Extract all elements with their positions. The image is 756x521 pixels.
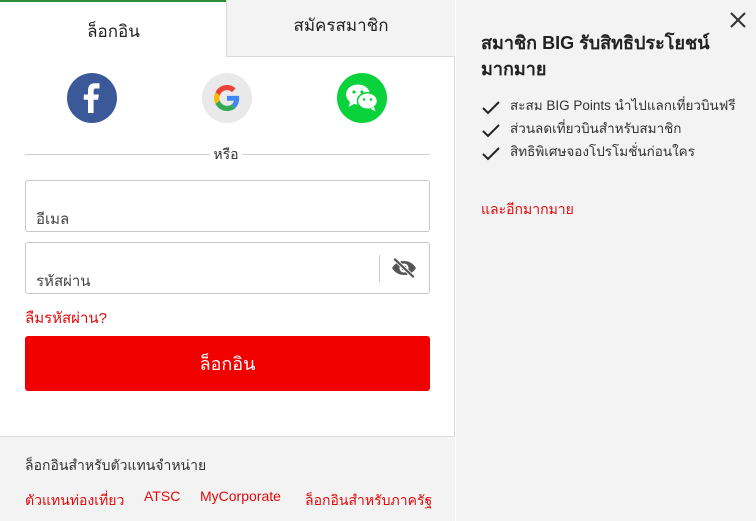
google-icon bbox=[214, 85, 240, 111]
check-icon bbox=[482, 101, 500, 115]
check-icon bbox=[482, 124, 500, 138]
google-login-button[interactable] bbox=[202, 73, 252, 123]
password-separator bbox=[379, 255, 380, 282]
benefit-text: สิทธิพิเศษจองโปรโมชั่นก่อนใคร bbox=[510, 144, 695, 159]
email-placeholder: อีเมล bbox=[36, 211, 70, 228]
tab-login[interactable]: ล็อกอิน bbox=[0, 0, 227, 57]
agent-login-title: ล็อกอินสำหรับตัวแทนจำหน่าย bbox=[25, 457, 207, 473]
benefit-text: ส่วนลดเที่ยวบินสำหรับสมาชิก bbox=[510, 121, 682, 136]
benefit-item: สิทธิพิเศษจองโปรโมชั่นก่อนใคร bbox=[481, 142, 741, 162]
auth-tabs: ล็อกอิน สมัครสมาชิก bbox=[0, 0, 455, 57]
or-divider: หรือ bbox=[25, 144, 430, 164]
eye-off-icon[interactable] bbox=[391, 257, 417, 279]
agent-link-travel-agent[interactable]: ตัวแทนท่องเที่ยว bbox=[25, 490, 124, 512]
benefits-list: สะสม BIG Points นำไปแลกเที่ยวบินฟรี ส่วน… bbox=[481, 96, 741, 165]
benefits-title: สมาชิก BIG รับสิทธิประโยชน์มากมาย bbox=[481, 33, 710, 79]
facebook-icon bbox=[83, 83, 100, 113]
login-button[interactable]: ล็อกอิน bbox=[25, 336, 430, 391]
benefits-panel: สมาชิก BIG รับสิทธิประโยชน์มากมาย สะสม B… bbox=[456, 0, 756, 521]
password-placeholder: รหัสผ่าน bbox=[36, 273, 91, 290]
agent-link-government[interactable]: ล็อกอินสำหรับภาครัฐ bbox=[305, 490, 432, 512]
agent-login-section: ล็อกอินสำหรับตัวแทนจำหน่าย ตัวแทนท่องเที… bbox=[0, 436, 455, 521]
check-icon bbox=[482, 147, 500, 161]
benefit-item: สะสม BIG Points นำไปแลกเที่ยวบินฟรี bbox=[481, 96, 741, 116]
divider-line bbox=[25, 154, 210, 155]
facebook-login-button[interactable] bbox=[67, 73, 117, 123]
benefit-item: ส่วนลดเที่ยวบินสำหรับสมาชิก bbox=[481, 119, 741, 139]
wechat-icon bbox=[346, 84, 379, 112]
agent-link-mycorporate[interactable]: MyCorporate bbox=[200, 488, 281, 504]
or-label: หรือ bbox=[213, 146, 239, 162]
more-benefits-link[interactable]: และอีกมากมาย bbox=[481, 199, 574, 221]
benefit-text: สะสม BIG Points นำไปแลกเที่ยวบินฟรี bbox=[510, 98, 736, 113]
wechat-login-button[interactable] bbox=[337, 73, 387, 123]
divider-line bbox=[242, 154, 430, 155]
password-field[interactable]: รหัสผ่าน bbox=[25, 242, 430, 294]
email-field[interactable]: อีเมล bbox=[25, 180, 430, 232]
close-icon[interactable] bbox=[728, 10, 748, 30]
tab-signup[interactable]: สมัครสมาชิก bbox=[226, 0, 455, 57]
forgot-password-link[interactable]: ลืมรหัสผ่าน? bbox=[25, 306, 107, 330]
login-panel: ล็อกอิน สมัครสมาชิก หรือ อีเมล รหัสผ่าน … bbox=[0, 0, 455, 521]
agent-link-atsc[interactable]: ATSC bbox=[144, 488, 180, 504]
